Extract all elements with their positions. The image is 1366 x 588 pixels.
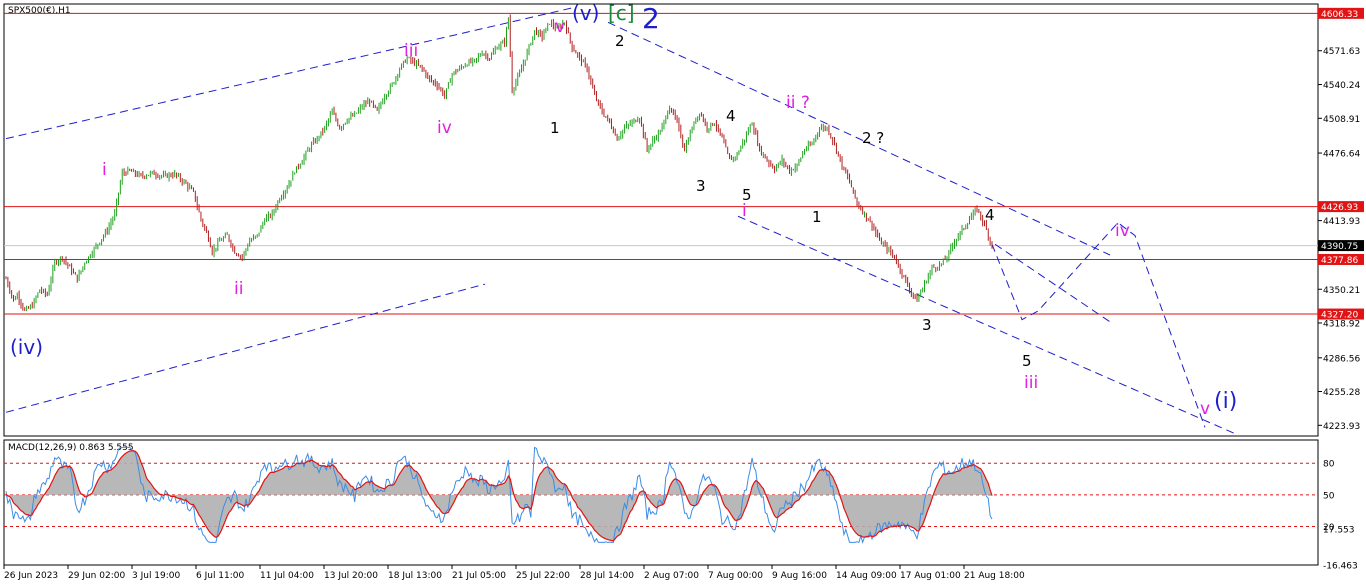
- current-price-label: 4390.75: [1321, 242, 1358, 252]
- wave-label: iii: [1024, 373, 1038, 393]
- macd-histogram: [6, 450, 992, 541]
- trend-line: [5, 6, 576, 140]
- time-tick-label: 7 Aug 00:00: [708, 571, 763, 581]
- wave-label: ii: [234, 279, 243, 299]
- wave-label: 1: [550, 119, 560, 137]
- time-tick-label: 6 Jul 11:00: [196, 571, 245, 581]
- wave-label: (i): [1214, 389, 1237, 414]
- wave-label: (v): [572, 1, 599, 25]
- wave-label: v: [1200, 399, 1210, 419]
- time-tick-label: 21 Jul 05:00: [452, 571, 506, 581]
- price-tick-label: 4540.24: [1323, 81, 1360, 91]
- time-tick-label: 13 Jul 20:00: [324, 571, 378, 581]
- projection-path: [991, 222, 1206, 428]
- time-tick-label: 28 Jul 14:00: [580, 571, 634, 581]
- time-tick-label: 11 Jul 04:00: [260, 571, 314, 581]
- wave-label: iv: [1115, 221, 1130, 241]
- trend-line: [607, 21, 1111, 256]
- level-price-label: 4377.86: [1321, 256, 1358, 266]
- time-tick-label: 29 Jun 02:00: [68, 571, 125, 581]
- wave-label: iv: [437, 118, 452, 138]
- time-tick-label: 2 Aug 07:00: [644, 571, 699, 581]
- price-chart[interactable]: 17.553805020-16.463 4606.334426.934377.8…: [0, 0, 1366, 588]
- trend-line: [994, 243, 1111, 323]
- price-tick-label: 4350.21: [1323, 286, 1360, 296]
- macd-tick-label: -16.463: [1323, 562, 1358, 572]
- time-tick-label: 9 Aug 16:00: [772, 571, 827, 581]
- time-tick-label: 17 Aug 01:00: [900, 571, 961, 581]
- time-tick-label: 18 Jul 13:00: [388, 571, 442, 581]
- wave-label: 1: [812, 208, 822, 226]
- price-tick-label: 4255.28: [1323, 388, 1360, 398]
- price-tick-label: 4571.63: [1323, 47, 1360, 57]
- time-tick-label: 3 Jul 19:00: [132, 571, 181, 581]
- trend-line: [737, 215, 1239, 436]
- macd-tick-label: 80: [1323, 460, 1335, 470]
- trend-line: [5, 283, 486, 413]
- macd-tick-label: 20: [1323, 523, 1335, 533]
- wave-label: 4: [985, 206, 995, 224]
- wave-label: 3: [696, 177, 706, 195]
- time-tick-label: 21 Aug 18:00: [964, 571, 1025, 581]
- wave-label: (iv): [10, 335, 43, 359]
- wave-label: 2: [615, 32, 625, 50]
- level-price-label: 4426.93: [1321, 203, 1358, 213]
- macd-tick-label: 50: [1323, 491, 1335, 501]
- wave-label: v: [555, 17, 565, 37]
- wave-label: iii: [404, 41, 418, 61]
- wave-label: i: [742, 201, 747, 221]
- level-price-label: 4606.33: [1321, 10, 1358, 20]
- wave-label: 2: [642, 2, 660, 35]
- time-tick-label: 26 Jun 2023: [4, 571, 58, 581]
- price-tick-label: 4413.93: [1323, 217, 1360, 227]
- price-tick-label: 4286.56: [1323, 354, 1360, 364]
- wave-label: 4: [726, 107, 736, 125]
- time-tick-label: 25 Jul 22:00: [516, 571, 570, 581]
- wave-label: [c]: [608, 1, 635, 25]
- price-tick-label: 4476.64: [1323, 150, 1360, 160]
- price-tick-label: 4318.92: [1323, 319, 1360, 329]
- wave-label: i: [102, 160, 107, 180]
- wave-label: 5: [1022, 352, 1032, 370]
- price-tick-label: 4223.93: [1323, 422, 1360, 432]
- wave-label: 2 ?: [862, 129, 884, 147]
- price-tick-label: 4508.91: [1323, 115, 1360, 125]
- wave-label: ii ?: [786, 93, 810, 113]
- time-tick-label: 14 Aug 09:00: [836, 571, 897, 581]
- wave-label: 3: [922, 316, 932, 334]
